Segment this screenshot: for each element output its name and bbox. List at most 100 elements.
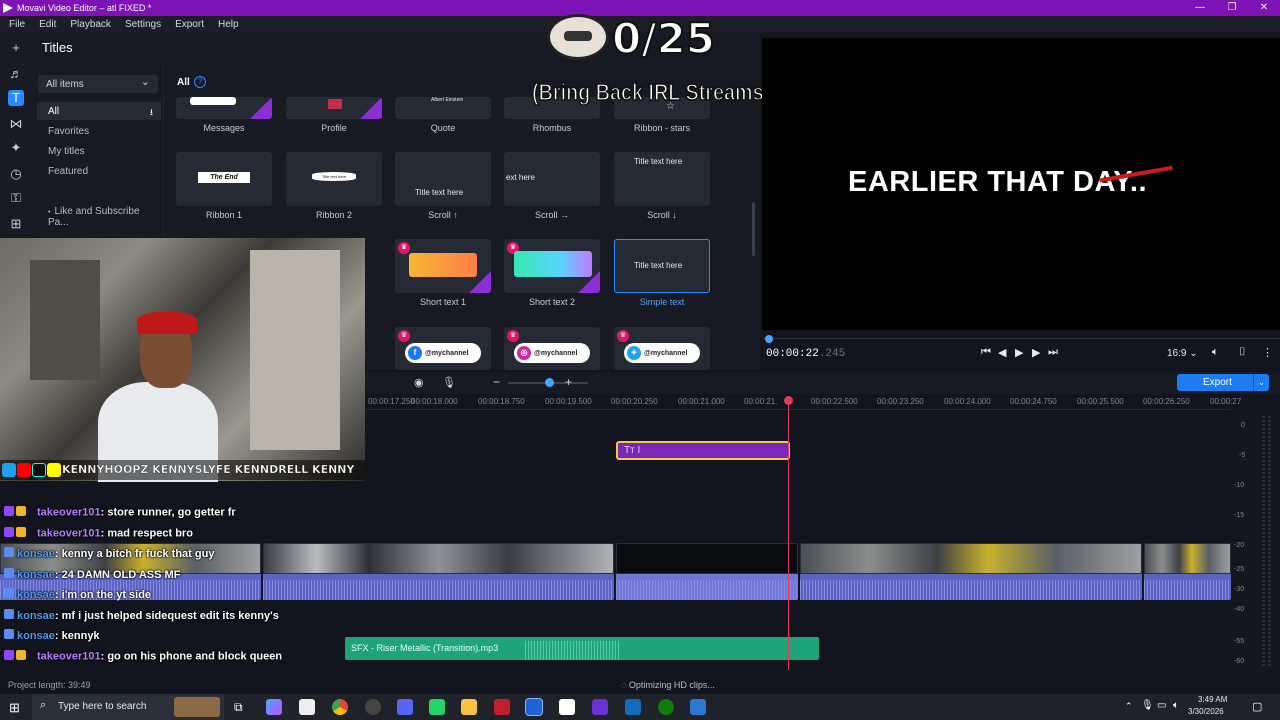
category-featured[interactable]: Featured [37, 162, 161, 180]
discord-icon[interactable] [397, 699, 413, 715]
next-frame-icon[interactable]: ▶ [1032, 346, 1040, 359]
help-icon[interactable]: ? [194, 76, 206, 88]
volume-icon[interactable]: 🔈︎ [1212, 346, 1219, 359]
xbox-icon[interactable] [658, 699, 674, 715]
clock-time[interactable]: 3:49 AM [1198, 695, 1227, 704]
play-icon[interactable]: ▶ [1015, 346, 1023, 359]
outlook-icon[interactable] [625, 699, 641, 715]
chrome-icon[interactable] [332, 699, 348, 715]
playhead-handle[interactable] [784, 396, 793, 405]
video-clip[interactable] [263, 543, 614, 574]
titles-t-icon[interactable]: T [8, 90, 24, 106]
clock-date[interactable]: 3/30/2026 [1188, 707, 1224, 716]
export-button[interactable]: Export ⌄ [1177, 374, 1269, 391]
file-explorer-icon[interactable] [461, 699, 477, 715]
title-thumb-ribbon-1[interactable]: The End [176, 152, 272, 206]
audio-waveform[interactable] [616, 574, 798, 600]
title-thumb-ribbon-2[interactable]: Title text here [286, 152, 382, 206]
prev-frame-icon[interactable]: ◀ [998, 346, 1006, 359]
preview-seek-bar[interactable] [762, 338, 1280, 339]
title-thumb-facebook[interactable]: ♛ f @mychannel [395, 327, 491, 370]
category-all[interactable]: All ⭳ [37, 102, 161, 120]
audio-waveform[interactable] [263, 574, 614, 600]
tray-chevron-icon[interactable]: ⌃ [1125, 701, 1133, 712]
title-thumb-scroll-up[interactable]: Title text here [395, 152, 491, 206]
voicemeeter-icon[interactable] [494, 699, 510, 715]
title-thumb-short-text-2[interactable]: ♛ [504, 239, 600, 293]
close-button[interactable]: ✕ [1248, 0, 1280, 16]
menu-playback[interactable]: Playback [70, 19, 111, 30]
import-plus-icon[interactable]: + [8, 40, 24, 56]
audio-waveform[interactable] [1144, 574, 1231, 600]
title-thumb-instagram[interactable]: ♛ ◎ @mychannel [504, 327, 600, 370]
effects-wand-icon[interactable]: ✦ [8, 140, 24, 156]
menu-settings[interactable]: Settings [125, 19, 161, 30]
windows-start-icon[interactable]: ⊞ [9, 700, 20, 716]
capcut-icon[interactable] [559, 699, 575, 715]
restore-button[interactable]: ❐ [1216, 0, 1248, 16]
record-webcam-icon[interactable]: ◉ [414, 376, 424, 389]
minimize-button[interactable]: — [1184, 0, 1216, 16]
audio-waveform[interactable] [800, 574, 1142, 600]
video-clip-earlier-that-day[interactable] [616, 543, 798, 574]
panel-scrollbar[interactable] [752, 202, 755, 256]
chat-text: : kennyk [54, 630, 100, 642]
category-like-subscribe[interactable]: • Like and Subscribe Pa... [37, 202, 161, 228]
chat-username: konsae [17, 630, 55, 642]
transitions-icon[interactable]: ⋈ [8, 116, 24, 132]
title-thumb-short-text-1[interactable]: ♛ [395, 239, 491, 293]
title-thumb-messages[interactable] [176, 97, 272, 119]
meter-label: 0 [1241, 422, 1245, 429]
more-tools-icon[interactable]: ⊞ [8, 216, 24, 232]
zoom-slider-handle[interactable] [545, 378, 554, 387]
copilot-icon[interactable] [266, 699, 282, 715]
category-my-titles[interactable]: My titles [37, 142, 161, 160]
seek-handle[interactable] [765, 335, 773, 343]
task-view-icon[interactable]: ⧉ [234, 700, 243, 715]
title-clip[interactable]: Tт I [616, 441, 790, 460]
playhead[interactable] [788, 398, 789, 670]
sfx-audio-clip[interactable]: SFX - Riser Metallic (Transition).mp3 [345, 637, 819, 660]
more-options-icon[interactable]: ⋮ [1262, 346, 1273, 359]
music-note-icon[interactable]: ♬ [8, 66, 24, 82]
twitter-icon: ✦ [627, 346, 641, 360]
notifications-icon[interactable]: ▢ [1252, 700, 1262, 713]
zoom-in-icon[interactable]: + [565, 375, 572, 389]
export-dropdown-icon[interactable]: ⌄ [1253, 374, 1269, 391]
title-thumb-twitter[interactable]: ♛ ✦ @mychannel [614, 327, 710, 370]
skip-end-icon[interactable]: ⏭ [1048, 346, 1058, 359]
app-icon-blue[interactable] [690, 699, 706, 715]
category-favorites[interactable]: Favorites [37, 122, 161, 140]
snapshot-camera-icon[interactable]: ⌷ [1239, 346, 1246, 359]
network-icon[interactable]: ▭ [1157, 700, 1166, 711]
skip-start-icon[interactable]: ⏮ [981, 346, 991, 359]
menu-file[interactable]: File [9, 19, 25, 30]
speaker-icon[interactable]: 🔈︎ [1173, 700, 1179, 711]
microphone-icon[interactable]: 🎙︎ [442, 376, 456, 389]
menu-edit[interactable]: Edit [39, 19, 56, 30]
clock-icon[interactable]: ◷ [8, 166, 24, 182]
title-thumb-scroll-down[interactable]: Title text here [614, 152, 710, 206]
video-clip[interactable] [1144, 543, 1231, 574]
aspect-ratio-select[interactable]: 16:9 ⌄ [1167, 348, 1198, 359]
title-thumb-simple-text[interactable]: Title text here [614, 239, 710, 293]
mic-tray-icon[interactable]: 🎙︎ [1141, 700, 1154, 711]
title-thumb-quote[interactable]: Albert Einstein [395, 97, 491, 119]
title-thumb-profile[interactable] [286, 97, 382, 119]
menu-help[interactable]: Help [218, 19, 239, 30]
download-icon[interactable]: ⭳ [150, 105, 153, 121]
video-clip[interactable] [800, 543, 1142, 574]
app-icon-purple[interactable] [592, 699, 608, 715]
movavi-app-icon[interactable] [525, 698, 543, 716]
whatsapp-icon[interactable] [429, 699, 445, 715]
obs-icon[interactable] [365, 699, 381, 715]
menu-export[interactable]: Export [175, 19, 204, 30]
category-dropdown[interactable]: All items [38, 75, 158, 93]
taskbar-search[interactable]: ⌕ Type here to search [32, 694, 224, 720]
zoom-out-icon[interactable]: − [493, 375, 500, 389]
stickers-icon[interactable]: ⚿ [8, 190, 24, 206]
snapchat-icon [47, 463, 61, 477]
chat-message: konsae: kenny a bitch fr fuck that guy [4, 547, 214, 560]
title-thumb-scroll-right[interactable]: ext here [504, 152, 600, 206]
store-icon[interactable] [299, 699, 315, 715]
